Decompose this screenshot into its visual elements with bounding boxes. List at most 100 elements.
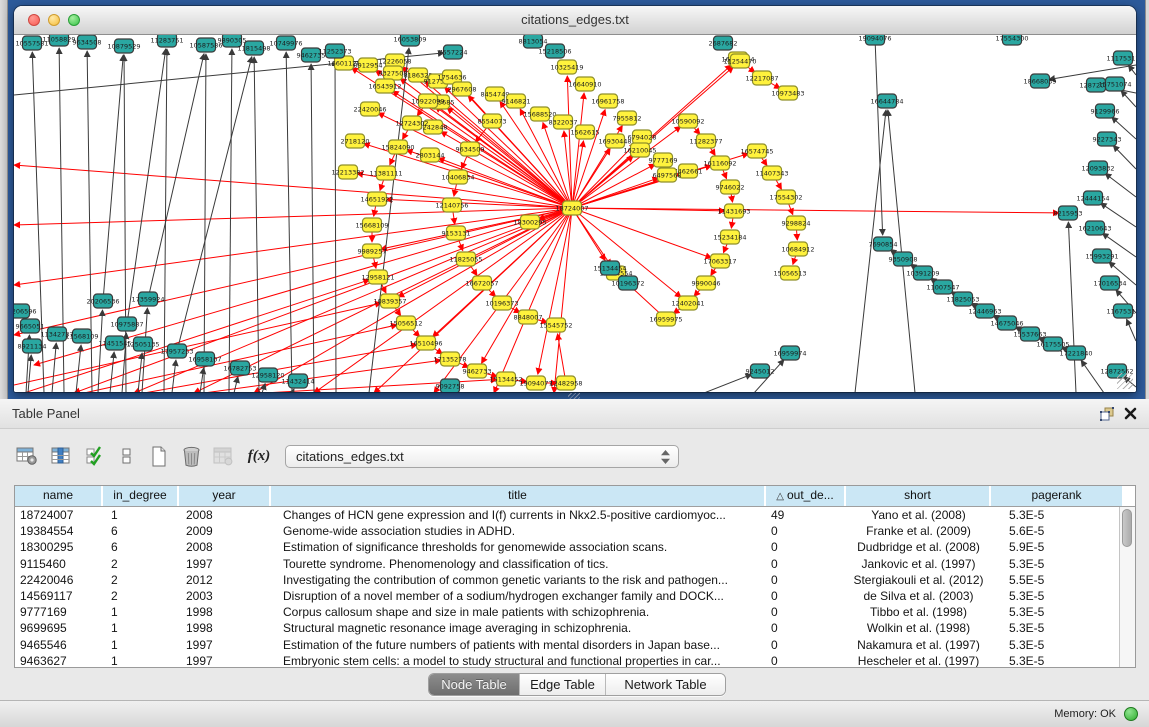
table-row[interactable]: 977716911998Corpus callosum shape and si…	[15, 604, 1135, 620]
graph-node[interactable]: 11381111	[369, 166, 402, 180]
graph-node[interactable]: 15545752	[539, 318, 572, 332]
graph-node[interactable]: 9350908	[889, 252, 918, 266]
graph-node[interactable]: 9990046	[692, 276, 721, 290]
memory-status-indicator[interactable]	[1124, 707, 1138, 721]
table-row[interactable]: 1938455462009Genome-wide association stu…	[15, 523, 1135, 539]
graph-node[interactable]: 11283751	[150, 35, 183, 47]
graph-node[interactable]: 12958121	[361, 270, 394, 284]
column-header-title[interactable]: title	[271, 486, 766, 506]
graph-node[interactable]: 6794028	[628, 130, 657, 144]
graph-node[interactable]: 15056513	[773, 266, 806, 280]
window-resize-grip[interactable]	[1117, 373, 1133, 389]
graph-node[interactable]: 10391209	[906, 266, 939, 280]
graph-node[interactable]: 2718120	[341, 134, 370, 148]
column-header-in_degree[interactable]: in_degree	[103, 486, 179, 506]
scrollbar-thumb[interactable]	[1122, 509, 1132, 547]
network-canvas[interactable]: 1872400716601128891295412226058932750816…	[14, 35, 1136, 392]
graph-node[interactable]: 14675046	[990, 316, 1023, 330]
graph-node[interactable]: 16959974	[773, 346, 806, 360]
tab-network-table[interactable]: Network Table	[606, 674, 725, 695]
graph-node[interactable]: 16543912	[368, 79, 401, 93]
graph-node[interactable]: 15668109	[355, 218, 388, 232]
graph-node[interactable]: 20206536	[86, 294, 119, 308]
graph-node[interactable]: 16644784	[870, 94, 903, 108]
graph-node[interactable]: 15234184	[713, 230, 746, 244]
table-row[interactable]: 1872400712008Changes of HCN gene express…	[15, 507, 1135, 523]
graph-node[interactable]: 11432414	[281, 374, 314, 388]
graph-node[interactable]: 12213382	[331, 165, 364, 179]
table-row[interactable]: 969969511998Structural magnetic resonanc…	[15, 620, 1135, 636]
new-table-icon[interactable]	[146, 443, 172, 469]
graph-node[interactable]: 9634508	[73, 35, 102, 49]
graph-node[interactable]: 2687682	[709, 36, 738, 50]
graph-node[interactable]: 1562615	[571, 125, 600, 139]
float-panel-icon[interactable]	[1099, 406, 1115, 422]
graph-node[interactable]: 16053809	[393, 35, 426, 46]
table-selector-dropdown[interactable]: citations_edges.txt	[285, 445, 679, 468]
graph-node[interactable]: 12217087	[745, 71, 778, 85]
graph-node[interactable]: 9245012	[746, 364, 775, 378]
show-columns-icon[interactable]	[48, 443, 74, 469]
column-header-name[interactable]: name	[15, 486, 103, 506]
minimize-window-button[interactable]	[48, 14, 60, 26]
graph-node[interactable]: 7690854	[869, 237, 898, 251]
graph-node[interactable]: 17554302	[769, 190, 802, 204]
graph-node[interactable]: 10839357	[373, 294, 406, 308]
graph-node[interactable]: 15993291	[1085, 249, 1118, 263]
graph-node[interactable]: 10879529	[107, 39, 140, 53]
graph-node[interactable]: 7557224	[439, 45, 468, 59]
graph-node[interactable]: 16640910	[568, 77, 601, 91]
graph-node[interactable]: 19094076	[858, 35, 891, 45]
graph-node[interactable]: 17359924	[131, 292, 164, 306]
graph-node[interactable]: 10973483	[771, 86, 804, 100]
graph-node[interactable]: 16510496	[409, 336, 442, 350]
graph-node[interactable]: 8813054	[519, 35, 548, 48]
graph-node[interactable]: 11007547	[926, 280, 959, 294]
graph-node[interactable]: 7955812	[613, 111, 642, 125]
column-header-year[interactable]: year	[179, 486, 271, 506]
graph-node[interactable]: 12093832	[1081, 161, 1114, 175]
graph-node[interactable]: 11175317	[1106, 51, 1136, 65]
deselect-rows-icon[interactable]	[114, 443, 140, 469]
graph-node[interactable]: 26206596	[14, 304, 37, 318]
graph-node[interactable]: 10975887	[110, 317, 143, 331]
graph-node[interactable]: 19094077	[519, 376, 552, 390]
graph-node[interactable]: 9746022	[716, 180, 745, 194]
graph-node[interactable]: 9153131	[442, 226, 471, 240]
graph-node[interactable]: 11675317	[1106, 304, 1136, 318]
graph-node[interactable]: 9092758	[436, 379, 465, 392]
graph-node[interactable]: 11282377	[689, 134, 722, 148]
graph-node[interactable]: 18668039	[1023, 74, 1056, 88]
column-header-pagerank[interactable]: pagerank	[991, 486, 1122, 506]
column-header-out_degree[interactable]: △out_de...	[766, 486, 846, 506]
graph-node[interactable]: 12402041	[671, 296, 704, 310]
graph-node[interactable]: 10325419	[550, 60, 583, 74]
select-all-icon[interactable]	[82, 443, 108, 469]
graph-node[interactable]: 15056512	[389, 316, 422, 330]
graph-node[interactable]: 17063317	[703, 254, 736, 268]
graph-node[interactable]: 17554300	[995, 35, 1028, 45]
table-row[interactable]: 2242004622012Investigating the contribut…	[15, 572, 1135, 588]
table-row[interactable]: 946554611997Estimation of the future num…	[15, 637, 1135, 653]
graph-node[interactable]: 16672057	[465, 276, 498, 290]
graph-node[interactable]: 10684912	[781, 242, 814, 256]
graph-node[interactable]: 2803144	[416, 148, 445, 162]
graph-node[interactable]: 11407343	[755, 166, 788, 180]
table-row[interactable]: 946362711997Embryonic stem cells: a mode…	[15, 653, 1135, 667]
tab-edge-table[interactable]: Edge Table	[520, 674, 606, 695]
graph-node[interactable]: 16116092	[703, 156, 736, 170]
table-options-icon[interactable]	[14, 443, 40, 469]
graph-node[interactable]: 8554073	[478, 114, 507, 128]
delete-trash-icon[interactable]	[178, 443, 204, 469]
close-window-button[interactable]	[28, 14, 40, 26]
graph-node[interactable]: 16961758	[591, 94, 624, 108]
graph-node[interactable]: 15824090	[381, 140, 414, 154]
graph-node[interactable]: 22420046	[353, 102, 386, 116]
table-row[interactable]: 911546021997Tourette syndrome. Phenomeno…	[15, 556, 1135, 572]
close-panel-icon[interactable]	[1123, 406, 1138, 421]
table-row[interactable]: 1830029562008Estimation of significance …	[15, 539, 1135, 555]
graph-node[interactable]: 16959975	[649, 312, 682, 326]
function-builder-icon[interactable]: f(x)	[246, 443, 272, 469]
graph-node[interactable]: 16574745	[740, 144, 773, 158]
network-window-titlebar[interactable]: citations_edges.txt	[14, 6, 1136, 35]
